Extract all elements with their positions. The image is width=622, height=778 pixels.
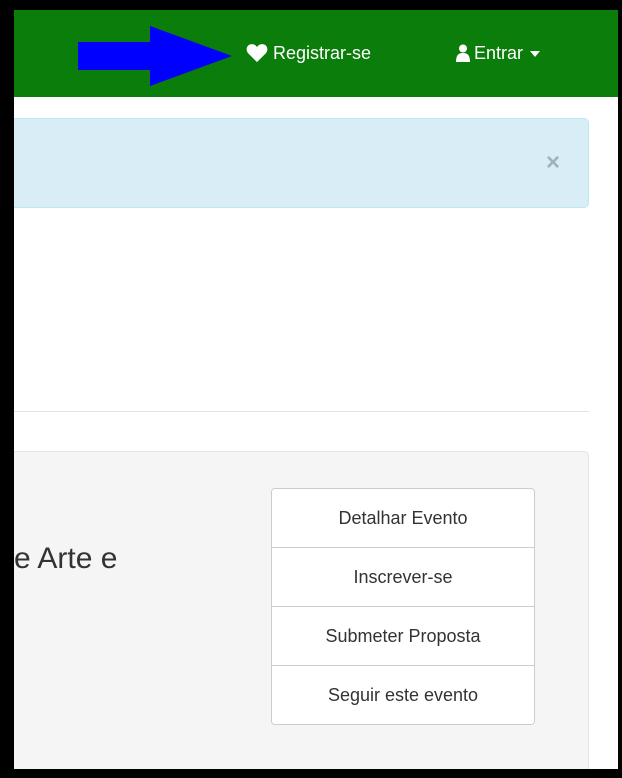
enroll-button[interactable]: Inscrever-se [272,547,534,606]
user-icon [456,44,470,62]
follow-event-button[interactable]: Seguir este evento [272,665,534,724]
annotation-arrow-icon [78,26,232,86]
section-divider [14,411,589,412]
browser-viewport: Registrar-se Entrar × e Arte e Detalhar … [14,10,618,769]
caret-down-icon [530,51,541,57]
submit-proposal-button[interactable]: Submeter Proposta [272,606,534,665]
login-dropdown[interactable]: Entrar [456,39,541,67]
event-title: e Arte e [14,542,118,575]
login-label: Entrar [474,42,524,63]
event-panel: e Arte e Detalhar Evento Inscrever-se Su… [14,451,589,769]
detail-event-button[interactable]: Detalhar Evento [272,489,534,547]
info-alert: × [14,118,589,208]
heart-icon [246,44,268,63]
top-navbar: Registrar-se Entrar [14,10,618,97]
alert-close-button[interactable]: × [543,151,563,175]
event-actions-group: Detalhar Evento Inscrever-se Submeter Pr… [271,488,535,725]
register-label: Registrar-se [273,42,372,63]
register-link[interactable]: Registrar-se [246,39,371,67]
